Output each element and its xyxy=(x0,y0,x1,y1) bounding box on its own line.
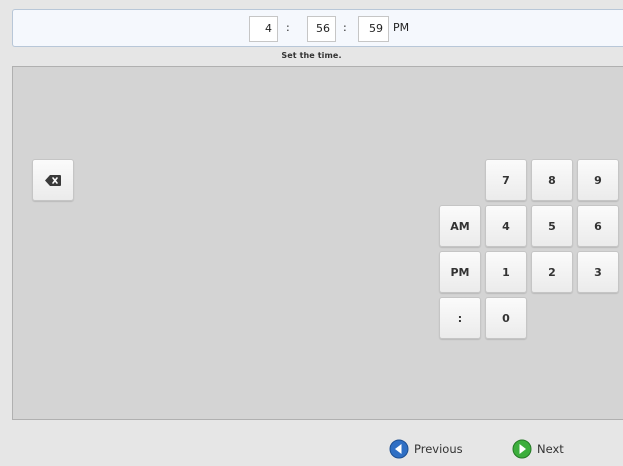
instruction-text: Set the time. xyxy=(281,51,342,60)
next-button[interactable]: Next xyxy=(512,437,564,461)
backspace-button[interactable] xyxy=(32,159,74,201)
key-7[interactable]: 7 xyxy=(485,159,527,201)
key-3[interactable]: 3 xyxy=(577,251,619,293)
backspace-icon xyxy=(45,174,61,186)
time-separator: : xyxy=(286,21,290,34)
key-0[interactable]: 0 xyxy=(485,297,527,339)
time-display: 4 : 56 : 59 PM xyxy=(12,9,623,47)
key-4[interactable]: 4 xyxy=(485,205,527,247)
key-6[interactable]: 6 xyxy=(577,205,619,247)
hours-field[interactable]: 4 xyxy=(249,16,278,42)
colon-button[interactable]: : xyxy=(439,297,481,339)
previous-button[interactable]: Previous xyxy=(389,437,463,461)
key-8[interactable]: 8 xyxy=(531,159,573,201)
key-1[interactable]: 1 xyxy=(485,251,527,293)
pm-button[interactable]: PM xyxy=(439,251,481,293)
next-label: Next xyxy=(537,442,564,456)
seconds-field[interactable]: 59 xyxy=(358,16,389,42)
previous-arrow-icon xyxy=(389,439,409,459)
next-arrow-icon xyxy=(512,439,532,459)
key-2[interactable]: 2 xyxy=(531,251,573,293)
previous-label: Previous xyxy=(414,442,463,456)
minutes-field[interactable]: 56 xyxy=(307,16,336,42)
am-button[interactable]: AM xyxy=(439,205,481,247)
key-9[interactable]: 9 xyxy=(577,159,619,201)
meridiem-display: PM xyxy=(393,21,410,34)
key-5[interactable]: 5 xyxy=(531,205,573,247)
time-separator: : xyxy=(343,21,347,34)
